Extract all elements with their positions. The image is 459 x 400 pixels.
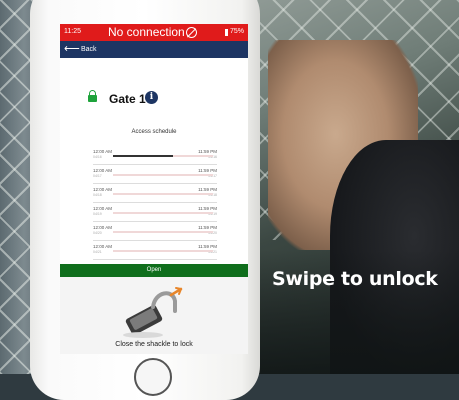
schedule-start-date: 04/16	[93, 155, 102, 159]
schedule-end-time: 11:59 PM	[198, 244, 217, 249]
gate-name: Gate 1	[109, 92, 146, 106]
back-arrow-icon[interactable]: ⟵	[64, 42, 80, 55]
schedule-title: Access schedule	[131, 129, 177, 135]
schedule-end-time: 11:59 PM	[198, 225, 217, 230]
battery-level: 75%	[230, 28, 245, 35]
schedule-start-time: 12:00 AM	[93, 225, 113, 230]
schedule-start-date: 04/21	[93, 250, 102, 254]
swipe-headline: Swipe to unlock	[272, 268, 438, 290]
schedule-start-date: 04/17	[93, 174, 102, 178]
status-time: 11:25	[64, 28, 81, 35]
schedule-end-time: 11:59 PM	[198, 149, 217, 154]
home-button[interactable]	[134, 358, 172, 396]
schedule-row: 12:00 AM 11:59 PM 04/16 04/16	[93, 149, 217, 165]
schedule-end-time: 11:59 PM	[198, 168, 217, 173]
schedule-end-time: 11:59 PM	[198, 206, 217, 211]
gate-header: Gate 1 i	[88, 90, 238, 107]
schedule-row: 12:00 AM 11:59 PM 04/21 04/21	[93, 244, 217, 260]
schedule-progress-bar	[113, 231, 213, 233]
status-bar: 11:25 No connection 75%	[60, 24, 248, 41]
schedule-start-date: 04/19	[93, 212, 102, 216]
schedule-start-date: 04/18	[93, 193, 102, 197]
schedule-start-time: 12:00 AM	[93, 168, 113, 173]
schedule-progress-bar	[113, 193, 213, 195]
schedule-start-time: 12:00 AM	[93, 244, 113, 249]
nav-bar: ⟵ Back	[60, 41, 248, 58]
schedule-start-time: 12:00 AM	[93, 149, 113, 154]
schedule-end-time: 11:59 PM	[198, 187, 217, 192]
schedule-progress-bar	[113, 212, 213, 214]
schedule-start-time: 12:00 AM	[93, 187, 113, 192]
schedule-progress-bar	[113, 250, 213, 252]
instruction-caption: Close the shackle to lock	[115, 341, 193, 348]
schedule-start-date: 04/20	[93, 231, 102, 235]
schedule-start-time: 12:00 AM	[93, 206, 113, 211]
connection-status: No connection	[108, 25, 185, 39]
schedule-progress-bar	[113, 155, 213, 157]
schedule-progress-fill	[113, 155, 173, 157]
open-button[interactable]: Open	[60, 264, 248, 277]
battery-icon	[225, 29, 228, 36]
no-connection-icon	[186, 27, 197, 38]
schedule-row: 12:00 AM 11:59 PM 04/17 04/17	[93, 168, 217, 184]
back-button[interactable]: Back	[81, 46, 97, 53]
schedule-row: 12:00 AM 11:59 PM 04/19 04/19	[93, 206, 217, 222]
schedule-row: 12:00 AM 11:59 PM 04/18 04/18	[93, 187, 217, 203]
unlocked-padlock-icon	[88, 90, 97, 102]
phone-screen: 11:25 No connection 75% ⟵ Back Gate 1 i …	[60, 24, 248, 354]
info-icon[interactable]: i	[145, 91, 158, 104]
schedule-progress-bar	[113, 174, 213, 176]
padlock-illustration-icon	[123, 287, 183, 338]
instruction-panel: Close the shackle to lock	[60, 277, 248, 354]
schedule-row: 12:00 AM 11:59 PM 04/20 04/20	[93, 225, 217, 241]
